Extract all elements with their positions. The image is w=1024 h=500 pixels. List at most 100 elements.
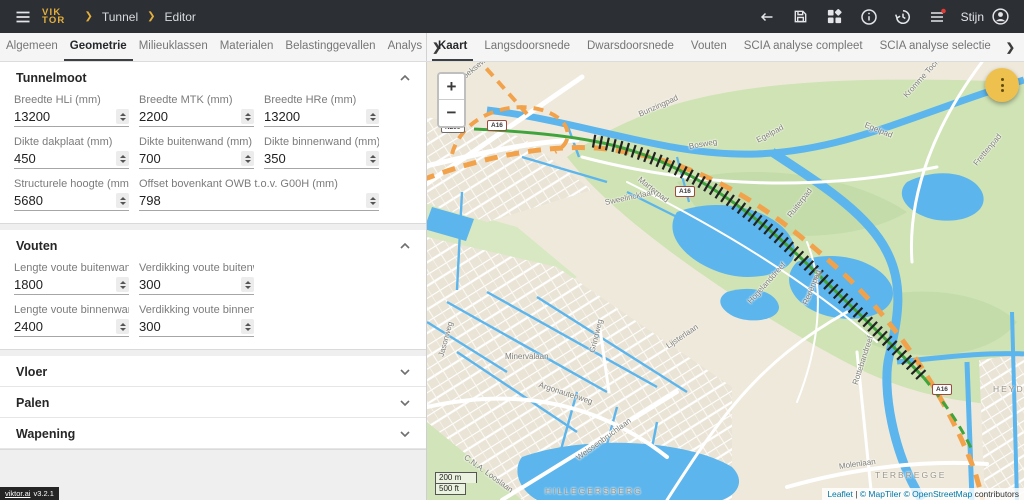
- verdikking-voute-buitenwand-input[interactable]: [139, 276, 241, 293]
- offset-owb-input[interactable]: [139, 192, 366, 209]
- viktor-link[interactable]: viktor.ai: [5, 489, 30, 498]
- lengte-voute-buitenwand-input[interactable]: [14, 276, 116, 293]
- zoom-in-button[interactable]: +: [439, 74, 464, 100]
- back-icon[interactable]: [753, 3, 781, 31]
- version-badge: viktor.ai v3.2.1: [0, 487, 59, 500]
- number-stepper[interactable]: [116, 151, 129, 166]
- spinner-down-icon: [245, 160, 251, 163]
- spinner-down-icon: [120, 160, 126, 163]
- notifications-list-icon[interactable]: [923, 3, 951, 31]
- field-label: Lengte voute binnenwand (mm): [14, 304, 129, 316]
- field-breedte-hre: Breedte HRe (mm): [264, 94, 379, 127]
- info-icon[interactable]: [855, 3, 883, 31]
- breedte-mtk-input[interactable]: [139, 108, 241, 125]
- number-stepper[interactable]: [241, 277, 254, 292]
- spinner-up-icon: [370, 197, 376, 200]
- field-label: Lengte voute buitenwand (mm): [14, 262, 129, 274]
- attribution-contributors: contributors: [975, 489, 1019, 499]
- viktor-logo[interactable]: VIK TOR: [42, 9, 65, 25]
- section-title: Tunnelmoot: [16, 71, 87, 85]
- tab-scia-analyse-selectie[interactable]: SCIA analyse selectie: [874, 33, 997, 61]
- spinner-down-icon: [120, 202, 126, 205]
- spinner-up-icon: [370, 155, 376, 158]
- chevron-down-icon: [400, 369, 410, 375]
- number-stepper[interactable]: [116, 193, 129, 208]
- breedte-hli-input[interactable]: [14, 108, 116, 125]
- zoom-out-button[interactable]: −: [439, 100, 464, 126]
- chevron-down-icon: [400, 431, 410, 437]
- breadcrumb-tunnel[interactable]: Tunnel: [102, 10, 138, 24]
- number-stepper[interactable]: [366, 109, 379, 124]
- scale-imperial: 500 ft: [435, 483, 466, 495]
- tab-algemeen[interactable]: Algemeen: [0, 33, 64, 61]
- number-stepper[interactable]: [241, 109, 254, 124]
- tab-dwarsdoorsnede[interactable]: Dwarsdoorsnede: [581, 33, 680, 61]
- dikte-buitenwand-input[interactable]: [139, 150, 241, 167]
- map-actions-fab[interactable]: [985, 68, 1019, 102]
- tab-langsdoorsnede[interactable]: Langsdoorsnede: [478, 33, 576, 61]
- menu-icon[interactable]: [10, 4, 36, 30]
- tab-milieuklassen[interactable]: Milieuklassen: [133, 33, 214, 61]
- number-stepper[interactable]: [366, 193, 379, 208]
- widgets-icon[interactable]: [821, 3, 849, 31]
- field-label: Structurele hoogte (mm): [14, 178, 129, 190]
- section-wapening-header[interactable]: Wapening: [0, 418, 426, 449]
- tab-kaart[interactable]: Kaart: [432, 33, 473, 61]
- account-icon[interactable]: [986, 3, 1014, 31]
- tab-vouten[interactable]: Vouten: [685, 33, 733, 61]
- kebab-dot: [1001, 84, 1004, 87]
- map-view[interactable]: SchiebroeksewegBunzingpadBoswegMarterpad…: [427, 62, 1024, 500]
- number-stepper[interactable]: [366, 151, 379, 166]
- notification-dot: [941, 8, 946, 13]
- map-canvas[interactable]: [427, 62, 1024, 500]
- save-icon[interactable]: [787, 3, 815, 31]
- lengte-voute-binnenwand-input[interactable]: [14, 318, 116, 335]
- osm-link[interactable]: © OpenStreetMap: [904, 489, 973, 499]
- parametrization-panel: Tunnelmoot Breedte HLi (mm) Breedte MTK …: [0, 62, 427, 500]
- top-bar: VIK TOR ❯ Tunnel ❯ Editor Stijn: [0, 0, 1024, 33]
- chevron-right-icon[interactable]: ❯: [1002, 33, 1019, 61]
- tab-belastinggevallen[interactable]: Belastinggevallen: [279, 33, 381, 61]
- tab-analyse[interactable]: Analys: [382, 33, 429, 61]
- field-breedte-mtk: Breedte MTK (mm): [139, 94, 254, 127]
- spinner-down-icon: [370, 202, 376, 205]
- chevron-up-icon: [400, 75, 410, 81]
- dikte-binnenwand-input[interactable]: [264, 150, 366, 167]
- collapsed-sections: Vloer Palen Wapening: [0, 356, 426, 450]
- logo-line2: TOR: [42, 17, 65, 25]
- tab-materialen[interactable]: Materialen: [214, 33, 280, 61]
- tab-geometrie[interactable]: Geometrie: [64, 33, 133, 61]
- chevron-right-icon: ❯: [84, 11, 92, 22]
- number-stepper[interactable]: [241, 151, 254, 166]
- spinner-up-icon: [245, 155, 251, 158]
- maptiler-link[interactable]: © MapTiler: [860, 489, 901, 499]
- spinner-down-icon: [245, 286, 251, 289]
- kebab-dot: [1001, 78, 1004, 81]
- leaflet-link[interactable]: Leaflet: [827, 489, 853, 499]
- field-label: Breedte HLi (mm): [14, 94, 129, 106]
- number-stepper[interactable]: [116, 319, 129, 334]
- verdikking-voute-binnenwand-input[interactable]: [139, 318, 241, 335]
- map-zoom-control: + −: [437, 72, 466, 128]
- version-number: v3.2.1: [33, 489, 53, 498]
- breadcrumb-editor[interactable]: Editor: [165, 10, 196, 24]
- field-dikte-buitenwand: Dikte buitenwand (mm): [139, 136, 254, 169]
- field-dikte-binnenwand: Dikte binnenwand (mm): [264, 136, 379, 169]
- number-stepper[interactable]: [116, 277, 129, 292]
- structurele-hoogte-input[interactable]: [14, 192, 116, 209]
- section-vloer-header[interactable]: Vloer: [0, 356, 426, 387]
- spinner-up-icon: [120, 323, 126, 326]
- section-palen-header[interactable]: Palen: [0, 387, 426, 418]
- section-tunnelmoot-header[interactable]: Tunnelmoot: [0, 62, 426, 92]
- section-vouten-header[interactable]: Vouten: [0, 230, 426, 260]
- number-stepper[interactable]: [116, 109, 129, 124]
- history-icon[interactable]: [889, 3, 917, 31]
- section-title: Vouten: [16, 239, 57, 253]
- spinner-up-icon: [370, 113, 376, 116]
- spinner-down-icon: [370, 118, 376, 121]
- spinner-up-icon: [245, 113, 251, 116]
- number-stepper[interactable]: [241, 319, 254, 334]
- tab-scia-analyse-compleet[interactable]: SCIA analyse compleet: [738, 33, 869, 61]
- dikte-dakplaat-input[interactable]: [14, 150, 116, 167]
- breedte-hre-input[interactable]: [264, 108, 366, 125]
